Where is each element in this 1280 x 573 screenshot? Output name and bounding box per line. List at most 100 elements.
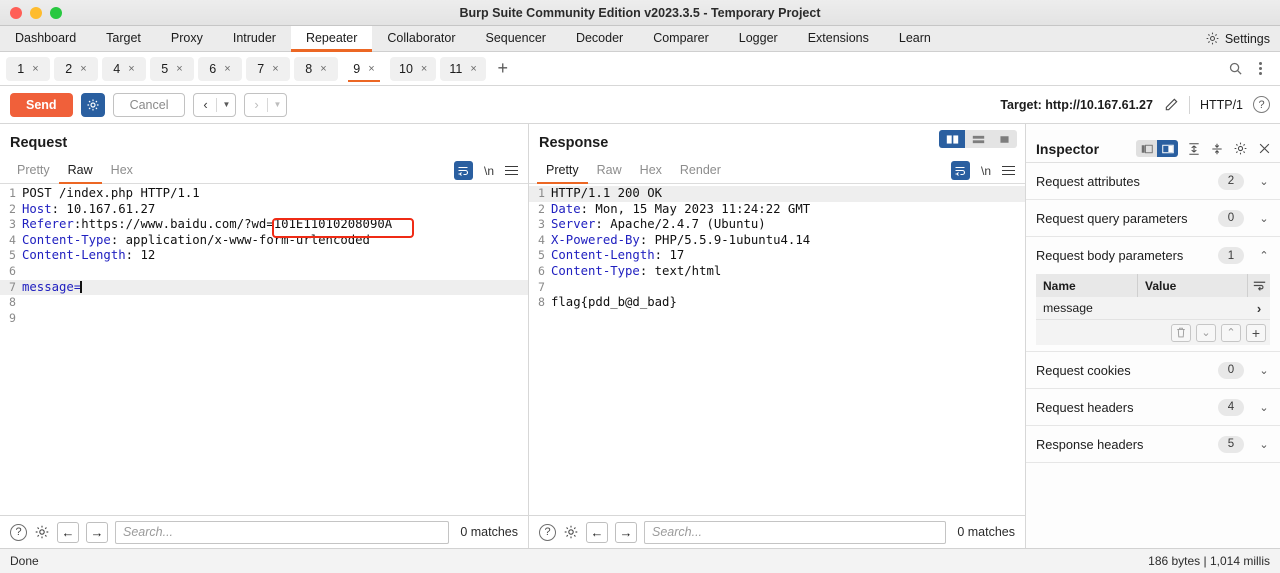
menu-item-proxy[interactable]: Proxy bbox=[156, 26, 218, 52]
repeater-tab-6[interactable]: 6 × bbox=[198, 57, 242, 81]
menu-item-logger[interactable]: Logger bbox=[724, 26, 793, 52]
repeater-tab-8[interactable]: 8 × bbox=[294, 57, 338, 81]
close-tab-icon[interactable]: × bbox=[128, 63, 134, 75]
close-tab-icon[interactable]: × bbox=[320, 63, 326, 75]
expand-all-button[interactable] bbox=[1187, 142, 1201, 156]
chevron-down-icon[interactable]: ⌄ bbox=[1258, 364, 1270, 377]
request-menu-icon[interactable] bbox=[505, 166, 518, 176]
search-settings-gear-icon[interactable] bbox=[34, 524, 50, 540]
request-editor[interactable]: 1POST /index.php HTTP/1.12Host: 10.167.6… bbox=[0, 184, 528, 515]
menu-item-extensions[interactable]: Extensions bbox=[793, 26, 884, 52]
search-previous-button[interactable]: ← bbox=[57, 522, 79, 543]
add-param-button[interactable]: + bbox=[1246, 324, 1266, 342]
send-button[interactable]: Send bbox=[10, 93, 73, 117]
response-tab-pretty[interactable]: Pretty bbox=[537, 163, 588, 184]
menu-item-decoder[interactable]: Decoder bbox=[561, 26, 638, 52]
request-tab-hex[interactable]: Hex bbox=[102, 163, 142, 184]
inspector-dock-left-button[interactable] bbox=[1136, 140, 1157, 157]
edit-pencil-icon[interactable] bbox=[1163, 97, 1179, 113]
repeater-tab-4[interactable]: 4 × bbox=[102, 57, 146, 81]
menu-item-sequencer[interactable]: Sequencer bbox=[470, 26, 560, 52]
chevron-down-icon[interactable]: ⌄ bbox=[1258, 212, 1270, 225]
layout-side-by-side-button[interactable] bbox=[939, 130, 965, 148]
send-settings-button[interactable] bbox=[81, 93, 105, 117]
settings-button[interactable]: Settings bbox=[1205, 26, 1280, 51]
table-options-button[interactable] bbox=[1248, 280, 1270, 291]
close-tab-icon[interactable]: × bbox=[272, 63, 278, 75]
minimize-window-button[interactable] bbox=[30, 7, 42, 19]
repeater-tab-9[interactable]: 9 × bbox=[342, 57, 386, 81]
close-tab-icon[interactable]: × bbox=[176, 63, 182, 75]
forward-history-button[interactable]: › ▼ bbox=[244, 93, 287, 117]
close-inspector-button[interactable] bbox=[1257, 141, 1272, 156]
repeater-tab-2[interactable]: 2 × bbox=[54, 57, 98, 81]
menu-item-intruder[interactable]: Intruder bbox=[218, 26, 291, 52]
repeater-tab-1[interactable]: 1 × bbox=[6, 57, 50, 81]
response-editor[interactable]: 1HTTP/1.1 200 OK2Date: Mon, 15 May 2023 … bbox=[529, 184, 1025, 515]
chevron-up-icon[interactable]: ⌃ bbox=[1258, 249, 1270, 262]
cancel-button[interactable]: Cancel bbox=[113, 93, 186, 117]
inspector-section-response-headers[interactable]: Response headers 5 ⌄ bbox=[1026, 426, 1280, 463]
menu-item-learn[interactable]: Learn bbox=[884, 26, 946, 52]
show-newlines-button[interactable]: \n bbox=[981, 164, 991, 178]
close-tab-icon[interactable]: × bbox=[368, 63, 374, 75]
close-window-button[interactable] bbox=[10, 7, 22, 19]
chevron-down-icon[interactable]: ▼ bbox=[268, 94, 286, 116]
search-next-button[interactable]: → bbox=[86, 522, 108, 543]
search-next-button[interactable]: → bbox=[615, 522, 637, 543]
menu-item-dashboard[interactable]: Dashboard bbox=[0, 26, 91, 52]
chevron-down-icon[interactable]: ⌄ bbox=[1258, 401, 1270, 414]
menu-item-collaborator[interactable]: Collaborator bbox=[372, 26, 470, 52]
layout-stacked-button[interactable] bbox=[965, 130, 991, 148]
close-tab-icon[interactable]: × bbox=[80, 63, 86, 75]
response-tab-raw[interactable]: Raw bbox=[588, 163, 631, 184]
overflow-menu-icon[interactable] bbox=[1255, 62, 1266, 75]
request-tab-raw[interactable]: Raw bbox=[59, 163, 102, 184]
repeater-tab-7[interactable]: 7 × bbox=[246, 57, 290, 81]
inspector-settings-button[interactable] bbox=[1233, 141, 1248, 156]
show-newlines-button[interactable]: \n bbox=[484, 164, 494, 178]
inspector-dock-right-button[interactable] bbox=[1157, 140, 1178, 157]
search-icon[interactable] bbox=[1228, 61, 1243, 76]
expand-row-icon[interactable]: › bbox=[1248, 301, 1270, 316]
inspector-section-request-cookies[interactable]: Request cookies 0 ⌄ bbox=[1026, 352, 1280, 389]
repeater-tab-5[interactable]: 5 × bbox=[150, 57, 194, 81]
table-row[interactable]: message › bbox=[1036, 297, 1270, 320]
word-wrap-button[interactable] bbox=[454, 161, 473, 180]
menu-item-comparer[interactable]: Comparer bbox=[638, 26, 724, 52]
request-search-input[interactable] bbox=[115, 521, 449, 544]
response-search-input[interactable] bbox=[644, 521, 946, 544]
search-help-icon[interactable]: ? bbox=[539, 524, 556, 541]
close-tab-icon[interactable]: × bbox=[421, 63, 427, 75]
close-tab-icon[interactable]: × bbox=[224, 63, 230, 75]
chevron-down-icon[interactable]: ⌄ bbox=[1258, 438, 1270, 451]
response-tab-hex[interactable]: Hex bbox=[631, 163, 671, 184]
request-tab-pretty[interactable]: Pretty bbox=[8, 163, 59, 184]
close-tab-icon[interactable]: × bbox=[470, 63, 476, 75]
response-tab-render[interactable]: Render bbox=[671, 163, 730, 184]
inspector-section-request-attributes[interactable]: Request attributes 2 ⌄ bbox=[1026, 163, 1280, 200]
layout-single-button[interactable] bbox=[991, 130, 1017, 148]
repeater-tab-11[interactable]: 11 × bbox=[440, 57, 485, 81]
window-controls[interactable] bbox=[0, 7, 62, 19]
chevron-down-icon[interactable]: ⌄ bbox=[1258, 175, 1270, 188]
help-icon[interactable]: ? bbox=[1253, 96, 1270, 113]
search-help-icon[interactable]: ? bbox=[10, 524, 27, 541]
search-previous-button[interactable]: ← bbox=[586, 522, 608, 543]
inspector-section-request-body-parameters[interactable]: Request body parameters 1 ⌃ bbox=[1026, 237, 1280, 274]
collapse-all-button[interactable] bbox=[1210, 142, 1224, 156]
close-tab-icon[interactable]: × bbox=[32, 63, 38, 75]
menu-item-repeater[interactable]: Repeater bbox=[291, 26, 372, 52]
move-param-down-button[interactable]: ⌄ bbox=[1196, 324, 1216, 342]
chevron-down-icon[interactable]: ▼ bbox=[217, 94, 235, 116]
back-history-button[interactable]: ‹ ▼ bbox=[193, 93, 236, 117]
menu-item-target[interactable]: Target bbox=[91, 26, 156, 52]
inspector-section-request-headers[interactable]: Request headers 4 ⌄ bbox=[1026, 389, 1280, 426]
delete-param-button[interactable] bbox=[1171, 324, 1191, 342]
word-wrap-button[interactable] bbox=[951, 161, 970, 180]
move-param-up-button[interactable]: ⌃ bbox=[1221, 324, 1241, 342]
search-settings-gear-icon[interactable] bbox=[563, 524, 579, 540]
response-menu-icon[interactable] bbox=[1002, 166, 1015, 176]
maximize-window-button[interactable] bbox=[50, 7, 62, 19]
add-tab-button[interactable]: + bbox=[490, 57, 516, 81]
